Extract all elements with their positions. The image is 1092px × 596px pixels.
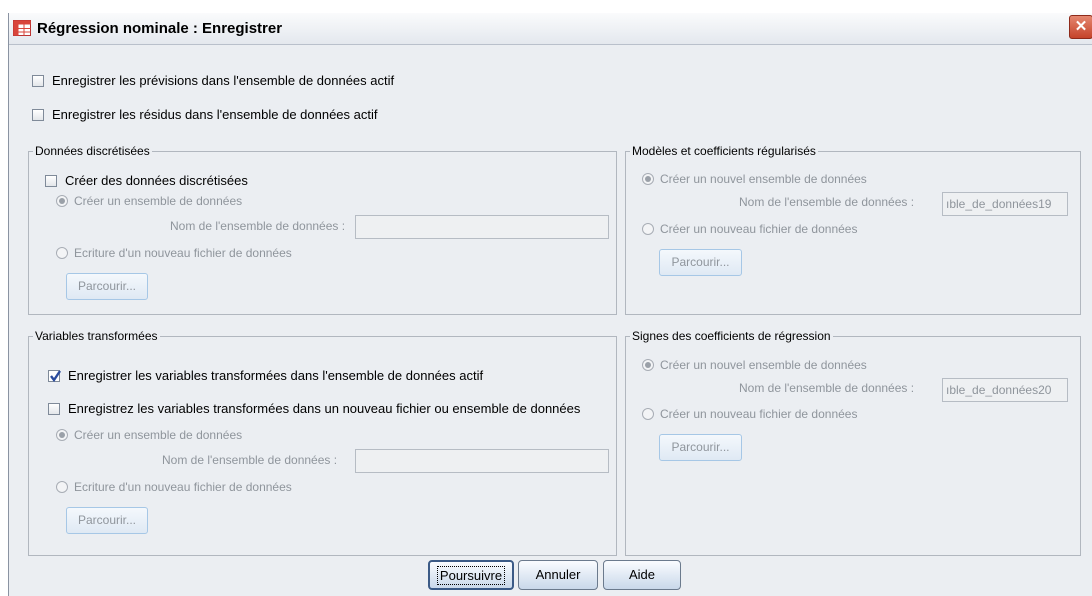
save-residuals-label: Enregistrer les résidus dans l'ensemble … xyxy=(52,107,378,122)
create-discretized-checkbox[interactable] xyxy=(45,175,57,187)
signs-dataset-name-input[interactable]: ıble_de_données20 xyxy=(942,378,1068,402)
models-coefficients-group: Modèles et coefficients régularisés Crée… xyxy=(625,144,1081,315)
discretized-group-title: Données discrétisées xyxy=(33,144,152,158)
continue-button-label: Poursuivre xyxy=(436,566,506,585)
save-transformed-new-checkbox[interactable] xyxy=(48,403,60,415)
transformed-browse-button[interactable]: Parcourir... xyxy=(66,507,148,534)
models-browse-button[interactable]: Parcourir... xyxy=(659,249,742,276)
signs-new-file-radio[interactable] xyxy=(642,408,654,420)
transformed-variables-group: Variables transformées Enregistrer les v… xyxy=(28,329,617,556)
save-transformed-active-label: Enregistrer les variables transformées d… xyxy=(68,368,484,383)
help-button[interactable]: Aide xyxy=(603,560,681,590)
dialog-window: Régression nominale : Enregistrer ✕ Enre… xyxy=(8,13,1092,596)
discretized-dataset-name-input[interactable] xyxy=(355,215,609,239)
close-button[interactable]: ✕ xyxy=(1069,15,1092,39)
check-icon xyxy=(50,370,61,383)
save-transformed-active-checkbox[interactable] xyxy=(48,370,61,383)
save-residuals-checkbox[interactable] xyxy=(32,109,44,121)
discretized-browse-button[interactable]: Parcourir... xyxy=(66,273,148,300)
signs-browse-button[interactable]: Parcourir... xyxy=(659,434,742,461)
close-icon: ✕ xyxy=(1074,18,1088,35)
create-discretized-label: Créer des données discrétisées xyxy=(65,173,248,188)
models-new-file-label: Créer un nouveau fichier de données xyxy=(660,222,858,236)
cancel-button[interactable]: Annuler xyxy=(518,560,598,590)
regression-signs-group: Signes des coefficients de régression Cr… xyxy=(625,329,1081,556)
discretized-data-group: Données discrétisées Créer des données d… xyxy=(28,144,617,315)
save-transformed-new-label: Enregistrez les variables transformées d… xyxy=(68,401,581,416)
signs-create-dataset-radio[interactable] xyxy=(642,359,654,371)
window-title: Régression nominale : Enregistrer xyxy=(37,20,283,37)
models-create-dataset-radio[interactable] xyxy=(642,173,654,185)
transformed-new-file-radio[interactable] xyxy=(56,481,68,493)
models-group-title: Modèles et coefficients régularisés xyxy=(630,144,818,158)
discretized-create-dataset-label: Créer un ensemble de données xyxy=(74,194,243,208)
discretized-dataset-name-label: Nom de l'ensemble de données : xyxy=(170,219,346,233)
transformed-group-title: Variables transformées xyxy=(33,329,160,343)
discretized-new-file-label: Ecriture d'un nouveau fichier de données xyxy=(74,246,292,260)
signs-create-dataset-label: Créer un nouvel ensemble de données xyxy=(660,358,867,372)
transformed-dataset-name-label: Nom de l'ensemble de données : xyxy=(162,453,338,467)
title-bar[interactable]: Régression nominale : Enregistrer ✕ xyxy=(9,13,1092,45)
discretized-new-file-radio[interactable] xyxy=(56,247,68,259)
spreadsheet-icon xyxy=(13,20,31,36)
signs-group-title: Signes des coefficients de régression xyxy=(630,329,833,343)
transformed-new-file-label: Ecriture d'un nouveau fichier de données xyxy=(74,480,292,494)
discretized-create-dataset-radio[interactable] xyxy=(56,195,68,207)
continue-button[interactable]: Poursuivre xyxy=(428,560,514,590)
models-create-dataset-label: Créer un nouvel ensemble de données xyxy=(660,172,867,186)
save-predictions-label: Enregistrer les prévisions dans l'ensemb… xyxy=(52,73,395,88)
models-dataset-name-label: Nom de l'ensemble de données : xyxy=(739,195,915,209)
models-new-file-radio[interactable] xyxy=(642,223,654,235)
models-dataset-name-input[interactable]: ıble_de_données19 xyxy=(942,192,1068,216)
transformed-create-dataset-label: Créer un ensemble de données xyxy=(74,428,243,442)
transformed-dataset-name-input[interactable] xyxy=(355,449,609,473)
signs-dataset-name-label: Nom de l'ensemble de données : xyxy=(739,381,915,395)
transformed-create-dataset-radio[interactable] xyxy=(56,429,68,441)
signs-new-file-label: Créer un nouveau fichier de données xyxy=(660,407,858,421)
save-predictions-checkbox[interactable] xyxy=(32,75,44,87)
